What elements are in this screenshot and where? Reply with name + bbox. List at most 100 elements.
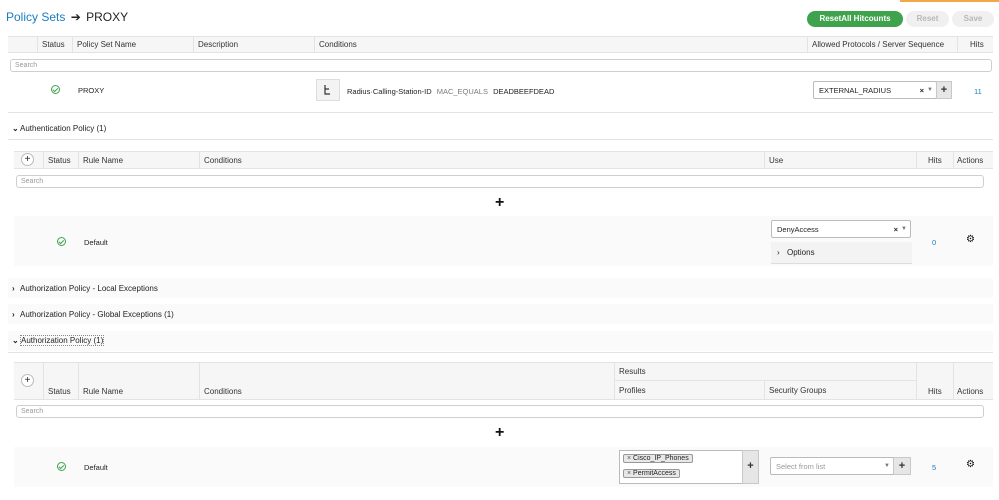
column-header-hits[interactable]: Hits bbox=[970, 40, 984, 49]
authorization-rule-name[interactable]: Default bbox=[84, 463, 108, 472]
authz-local-exceptions-title: Authorization Policy - Local Exceptions bbox=[20, 284, 158, 293]
reset-button[interactable]: Reset bbox=[906, 11, 949, 27]
authz-local-exceptions-toggle[interactable]: › Authorization Policy - Local Exceptions bbox=[12, 284, 158, 293]
auth-column-use[interactable]: Use bbox=[769, 156, 783, 165]
column-divider bbox=[199, 151, 200, 169]
column-divider bbox=[314, 36, 315, 53]
insert-rule-plus-icon[interactable]: + bbox=[495, 424, 504, 442]
column-header-conditions[interactable]: Conditions bbox=[319, 40, 357, 49]
column-divider bbox=[807, 36, 808, 53]
auth-column-rule-name[interactable]: Rule Name bbox=[83, 156, 123, 165]
arrow-right-icon: ➔ bbox=[70, 10, 81, 24]
column-header-status[interactable]: Status bbox=[42, 40, 65, 49]
status-enabled-icon[interactable] bbox=[57, 237, 66, 246]
auth-column-hits[interactable]: Hits bbox=[928, 156, 942, 165]
add-authentication-rule-button[interactable]: + bbox=[21, 153, 34, 166]
column-divider bbox=[193, 36, 194, 53]
column-divider bbox=[614, 362, 615, 400]
policy-set-hits[interactable]: 11 bbox=[974, 87, 982, 96]
policy-set-name[interactable]: PROXY bbox=[78, 86, 104, 95]
condition-attribute: Radius·Calling-Station-ID bbox=[347, 87, 432, 96]
authorization-policy-bar bbox=[8, 331, 993, 351]
authorization-header bbox=[14, 362, 993, 400]
authorization-policy-title: Authorization Policy (1) bbox=[20, 335, 105, 346]
allowed-protocol-select[interactable]: EXTERNAL_RADIUS × ▼ bbox=[813, 81, 937, 99]
options-label: Options bbox=[787, 248, 815, 257]
divider bbox=[8, 112, 993, 113]
profiles-select[interactable]: × Cisco_IP_Phones × PermitAccess bbox=[619, 450, 743, 484]
add-profile-button[interactable]: + bbox=[742, 450, 759, 484]
authentication-use-value: DenyAccess bbox=[777, 225, 819, 234]
authz-column-profiles[interactable]: Profiles bbox=[619, 386, 646, 395]
column-divider bbox=[37, 36, 38, 53]
profile-tag[interactable]: × Cisco_IP_Phones bbox=[623, 454, 693, 463]
authz-column-rule-name[interactable]: Rule Name bbox=[83, 387, 123, 396]
authz-column-results: Results bbox=[619, 367, 646, 376]
authz-column-security-groups[interactable]: Security Groups bbox=[769, 386, 826, 395]
authentication-search-input[interactable]: Search bbox=[16, 175, 984, 188]
chevron-down-icon: ⌄ bbox=[12, 124, 19, 133]
remove-icon[interactable]: × bbox=[627, 455, 631, 462]
authentication-rule-hits[interactable]: 0 bbox=[932, 238, 936, 247]
clear-icon[interactable]: × bbox=[920, 82, 924, 99]
add-protocol-button[interactable]: + bbox=[936, 81, 952, 99]
authorization-rule-hits[interactable]: 5 bbox=[932, 463, 936, 472]
column-divider bbox=[43, 362, 44, 400]
column-header-policy-set-name[interactable]: Policy Set Name bbox=[77, 40, 136, 49]
security-group-select[interactable]: Select from list ▼ bbox=[770, 457, 894, 475]
clear-icon[interactable]: × bbox=[894, 221, 898, 238]
authentication-use-select[interactable]: DenyAccess × ▼ bbox=[771, 220, 911, 238]
chevron-right-icon: › bbox=[777, 248, 780, 257]
authz-global-exceptions-toggle[interactable]: › Authorization Policy - Global Exception… bbox=[12, 310, 174, 319]
column-divider bbox=[78, 151, 79, 169]
authentication-rule-name[interactable]: Default bbox=[84, 238, 108, 247]
results-divider bbox=[614, 380, 916, 381]
divider bbox=[8, 352, 993, 353]
authz-column-hits[interactable]: Hits bbox=[928, 387, 942, 396]
auth-column-conditions[interactable]: Conditions bbox=[204, 156, 242, 165]
column-header-description[interactable]: Description bbox=[198, 40, 238, 49]
column-divider bbox=[957, 36, 958, 53]
chevron-down-icon[interactable]: ▼ bbox=[901, 221, 907, 238]
chevron-down-icon[interactable]: ▼ bbox=[927, 82, 933, 99]
column-divider bbox=[199, 362, 200, 400]
authentication-policy-title: Authentication Policy (1) bbox=[20, 124, 107, 133]
column-divider bbox=[953, 362, 954, 400]
authz-column-status[interactable]: Status bbox=[48, 387, 71, 396]
column-divider bbox=[764, 151, 765, 169]
allowed-protocol-value: EXTERNAL_RADIUS bbox=[819, 86, 892, 95]
authentication-policy-toggle[interactable]: ⌄Authentication Policy (1) bbox=[12, 124, 106, 133]
breadcrumb: Policy Sets ➔ PROXY bbox=[6, 10, 128, 24]
auth-column-status[interactable]: Status bbox=[48, 156, 71, 165]
gear-icon[interactable]: ⚙ bbox=[966, 234, 975, 245]
column-divider bbox=[764, 381, 765, 400]
add-security-group-button[interactable]: + bbox=[893, 457, 911, 475]
authz-column-actions[interactable]: Actions bbox=[957, 387, 983, 396]
insert-rule-plus-icon[interactable]: + bbox=[495, 194, 504, 212]
authorization-search-input[interactable]: Search bbox=[16, 405, 984, 418]
gear-icon[interactable]: ⚙ bbox=[966, 459, 975, 470]
authz-global-exceptions-title: Authorization Policy - Global Exceptions… bbox=[20, 310, 174, 319]
condition-text[interactable]: Radius·Calling-Station-ID MAC_EQUALS DEA… bbox=[347, 87, 554, 96]
auth-column-actions[interactable]: Actions bbox=[957, 156, 983, 165]
authorization-policy-toggle[interactable]: ⌄ Authorization Policy (1) bbox=[12, 335, 105, 346]
chevron-right-icon: › bbox=[12, 284, 15, 293]
breadcrumb-policy-sets-link[interactable]: Policy Sets bbox=[6, 10, 65, 24]
options-toggle[interactable]: › Options bbox=[771, 242, 912, 264]
authz-column-conditions[interactable]: Conditions bbox=[204, 387, 242, 396]
profile-tag-label: Cisco_IP_Phones bbox=[633, 455, 689, 462]
reset-all-hitcounts-button[interactable]: ResetAll Hitcounts bbox=[807, 11, 903, 27]
column-header-allowed-protocols[interactable]: Allowed Protocols / Server Sequence bbox=[812, 40, 944, 49]
save-button[interactable]: Save bbox=[952, 11, 994, 27]
profile-tag[interactable]: × PermitAccess bbox=[623, 469, 680, 478]
status-enabled-icon[interactable] bbox=[57, 462, 66, 471]
condition-tree-icon bbox=[324, 85, 330, 95]
profile-tag-label: PermitAccess bbox=[633, 470, 676, 477]
policy-sets-search-input[interactable]: Search bbox=[10, 59, 992, 72]
remove-icon[interactable]: × bbox=[627, 470, 631, 477]
chevron-down-icon[interactable]: ▼ bbox=[884, 458, 890, 475]
divider bbox=[8, 139, 993, 140]
add-authorization-rule-button[interactable]: + bbox=[21, 374, 34, 387]
column-divider bbox=[78, 362, 79, 400]
status-enabled-icon[interactable] bbox=[51, 85, 60, 94]
